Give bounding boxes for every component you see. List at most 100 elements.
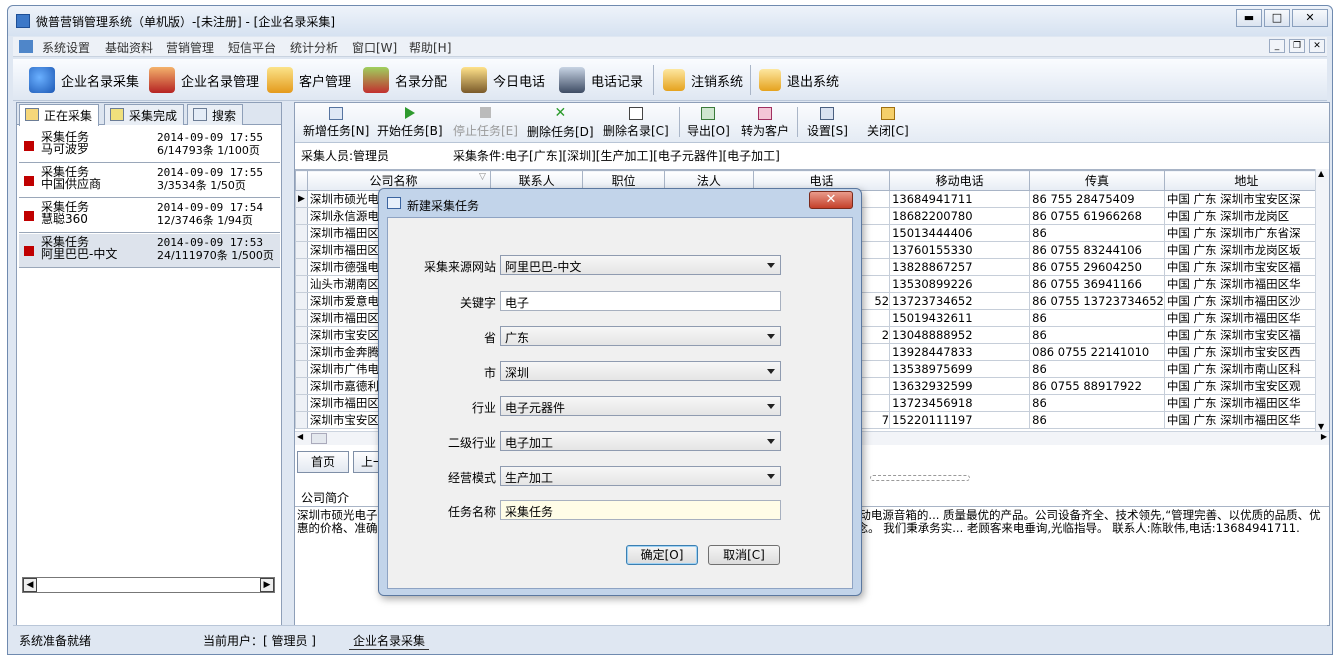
chevron-down-icon xyxy=(767,439,775,444)
delete-list-button[interactable]: 删除名录[C] xyxy=(603,107,669,139)
splitter-grip[interactable] xyxy=(870,475,970,481)
menu-sms[interactable]: 短信平台 xyxy=(228,39,276,56)
toolbar-company-collect[interactable]: 企业名录采集 xyxy=(29,67,139,93)
task-date: 2014-09-09 17:54 xyxy=(157,201,263,214)
dialog-icon xyxy=(387,197,401,209)
task-tabs: 正在采集 采集完成 搜索 xyxy=(17,103,281,126)
column-header[interactable]: 传真 xyxy=(1029,170,1165,191)
dialog-close-button[interactable]: ✕ xyxy=(809,191,853,209)
scroll-right-icon[interactable]: ▶ xyxy=(260,578,274,592)
task-name-input[interactable]: 采集任务 xyxy=(500,500,781,520)
task-item[interactable]: 采集任务 中国供应商 2014-09-09 17:55 3/3534条 1/50… xyxy=(19,164,280,198)
collect-info: 采集人员:管理员 采集条件:电子[广东][深圳][生产加工][电子元器件][电子… xyxy=(301,147,780,164)
task-site: 慧聪360 xyxy=(41,212,88,226)
mode-select[interactable]: 生产加工 xyxy=(500,466,781,486)
task-item[interactable]: 采集任务 慧聪360 2014-09-09 17:54 12/3746条 1/9… xyxy=(19,199,280,233)
sort-icon: ▽ xyxy=(479,172,486,182)
province-label: 省 xyxy=(483,331,496,345)
settings-icon xyxy=(820,107,835,120)
scroll-up-icon[interactable]: ▲ xyxy=(1318,169,1324,178)
table-cell: 86 0755 36941166 xyxy=(1029,275,1165,293)
scroll-down-icon[interactable]: ▼ xyxy=(1318,422,1324,431)
toolbar-separator xyxy=(679,107,680,137)
scroll-right-icon[interactable]: ▶ xyxy=(1321,432,1327,441)
table-cell: 中国 广东 深圳市福田区沙 xyxy=(1163,292,1329,310)
tab-completed[interactable]: 采集完成 xyxy=(104,104,185,125)
panel-splitter[interactable] xyxy=(284,102,292,626)
toolbar-list-assign[interactable]: 名录分配 xyxy=(363,67,447,93)
tab-collecting[interactable]: 正在采集 xyxy=(19,104,100,126)
first-page-button[interactable]: 首页 xyxy=(297,451,349,473)
industry-label: 行业 xyxy=(471,401,496,415)
source-select[interactable]: 阿里巴巴-中文 xyxy=(500,255,781,275)
customers-icon xyxy=(267,67,293,93)
table-cell: 13684941711 xyxy=(889,190,1031,208)
cancel-button[interactable]: 取消[C] xyxy=(708,545,780,565)
sub-industry-select[interactable]: 电子加工 xyxy=(500,431,781,451)
mdi-minimize-button[interactable]: _ xyxy=(1269,39,1285,53)
province-select[interactable]: 广东 xyxy=(500,326,781,346)
table-cell: 86 0755 13723734652 xyxy=(1029,292,1165,310)
toolbar-customer-manage[interactable]: 客户管理 xyxy=(267,67,351,93)
task-date: 2014-09-09 17:55 xyxy=(157,166,263,179)
delete-list-icon xyxy=(628,107,643,120)
stop-task-button[interactable]: 停止任务[E] xyxy=(453,107,518,139)
grid-vertical-scrollbar[interactable]: ▲ ▼ xyxy=(1315,169,1329,431)
scroll-thumb[interactable] xyxy=(311,433,327,444)
industry-select[interactable]: 电子元器件 xyxy=(500,396,781,416)
column-header[interactable]: 地址 xyxy=(1163,170,1329,191)
export-button[interactable]: 导出[O] xyxy=(687,107,730,139)
new-task-button[interactable]: 新增任务[N] xyxy=(303,107,369,139)
row-header xyxy=(295,360,308,378)
task-panel: 正在采集 采集完成 搜索 采集任务 马可波罗 2014-09-09 17:55 … xyxy=(16,102,282,626)
status-tab[interactable]: 企业名录采集 xyxy=(349,632,430,650)
mdi-close-button[interactable]: ✕ xyxy=(1309,39,1325,53)
column-header[interactable]: 移动电话 xyxy=(889,170,1031,191)
table-cell: 13538975699 xyxy=(889,360,1031,378)
toolbar-separator xyxy=(750,65,751,95)
chevron-down-icon xyxy=(767,263,775,268)
table-cell: 中国 广东 深圳市龙岗区坂 xyxy=(1163,241,1329,259)
table-cell: 中国 广东 深圳市宝安区观 xyxy=(1163,377,1329,395)
task-item[interactable]: 采集任务 阿里巴巴-中文 2014-09-09 17:53 24/111970条… xyxy=(19,234,280,268)
table-cell: 18682200780 xyxy=(889,207,1031,225)
delete-task-button[interactable]: ✕ 删除任务[D] xyxy=(527,106,594,140)
to-customer-button[interactable]: 转为客户 xyxy=(741,107,789,139)
minimize-button[interactable]: ▬ xyxy=(1236,9,1262,27)
sub-industry-label: 二级行业 xyxy=(447,436,496,450)
settings-button[interactable]: 设置[S] xyxy=(807,107,848,139)
menu-marketing[interactable]: 营销管理 xyxy=(166,39,214,56)
menu-help[interactable]: 帮助[H] xyxy=(409,39,451,56)
toolbar-exit[interactable]: 退出系统 xyxy=(759,67,839,93)
menu-system-settings[interactable]: 系统设置 xyxy=(42,39,90,56)
start-task-button[interactable]: 开始任务[B] xyxy=(377,107,443,139)
checkmark-icon xyxy=(110,108,124,121)
menu-window[interactable]: 窗口[W] xyxy=(352,39,397,56)
city-select[interactable]: 深圳 xyxy=(500,361,781,381)
toolbar-call-records[interactable]: 电话记录 xyxy=(559,67,643,93)
close-button[interactable]: ✕ xyxy=(1292,9,1328,27)
app-menu-icon[interactable] xyxy=(19,40,33,53)
row-header xyxy=(295,207,308,225)
table-cell: 中国 广东 深圳市福田区华 xyxy=(1163,309,1329,327)
ok-button[interactable]: 确定[O] xyxy=(626,545,698,565)
toolbar-logout[interactable]: 注销系统 xyxy=(663,67,743,93)
task-list-scrollbar[interactable]: ◀ ▶ xyxy=(22,577,275,593)
scroll-left-icon[interactable]: ◀ xyxy=(23,578,37,592)
menu-statistics[interactable]: 统计分析 xyxy=(290,39,338,56)
menu-basic-data[interactable]: 基础资料 xyxy=(105,39,153,56)
table-cell: 13632932599 xyxy=(889,377,1031,395)
toolbar-company-manage[interactable]: 企业名录管理 xyxy=(149,67,259,93)
chevron-down-icon xyxy=(767,369,775,374)
scroll-left-icon[interactable]: ◀ xyxy=(297,432,303,441)
row-header xyxy=(295,275,308,293)
tab-search[interactable]: 搜索 xyxy=(187,104,244,125)
person-book-icon xyxy=(149,67,175,93)
toolbar-today-calls[interactable]: 今日电话 xyxy=(461,67,545,93)
mdi-restore-button[interactable]: ❐ xyxy=(1289,39,1305,53)
task-item[interactable]: 采集任务 马可波罗 2014-09-09 17:55 6/14793条 1/10… xyxy=(19,129,280,163)
table-cell: 15019432611 xyxy=(889,309,1031,327)
maximize-button[interactable]: □ xyxy=(1264,9,1290,27)
close-panel-button[interactable]: 关闭[C] xyxy=(867,107,909,139)
keyword-input[interactable]: 电子 xyxy=(500,291,781,311)
